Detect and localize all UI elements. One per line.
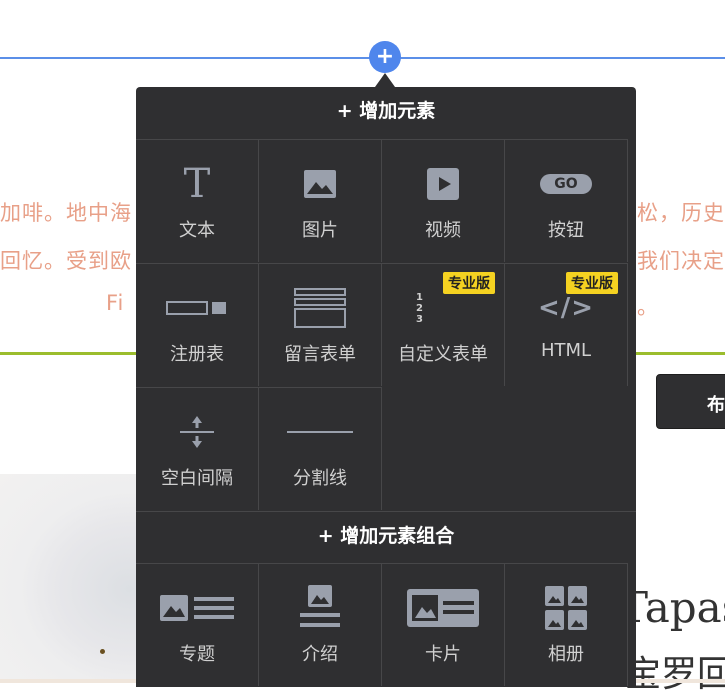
- group-feature[interactable]: 专题: [136, 563, 259, 686]
- element-html[interactable]: 专业版 </> HTML: [505, 263, 628, 386]
- group-feature-label: 专题: [179, 644, 215, 665]
- element-custom-form[interactable]: 专业版 123 自定义表单: [382, 263, 505, 386]
- element-signup-form[interactable]: 注册表: [136, 263, 259, 386]
- element-video-label: 视频: [425, 220, 461, 241]
- add-element-button[interactable]: +: [369, 41, 401, 73]
- bg-heading-line-2: 宝罗回: [625, 654, 725, 695]
- element-image[interactable]: 图片: [259, 139, 382, 262]
- element-signup-form-label: 注册表: [170, 344, 224, 365]
- group-card[interactable]: 卡片: [382, 563, 505, 686]
- text-icon: T: [183, 161, 211, 207]
- html-icon: </>: [537, 293, 595, 323]
- card-icon: [382, 586, 504, 630]
- section-top-line: [0, 57, 725, 59]
- element-message-form[interactable]: 留言表单: [259, 263, 382, 386]
- video-icon: [382, 162, 504, 206]
- bg-food-photo: [0, 474, 136, 683]
- bg-paragraph-line-3: Fi: [106, 291, 125, 315]
- divider-icon: [259, 410, 381, 454]
- bg-paragraph-line-3-end: 。: [637, 295, 659, 319]
- element-image-label: 图片: [302, 220, 338, 241]
- message-form-icon: [259, 286, 381, 330]
- element-text[interactable]: T 文本: [136, 139, 259, 262]
- element-text-label: 文本: [179, 220, 215, 241]
- bg-paragraph-line-1-end: 松，历史: [637, 201, 725, 225]
- image-icon: [259, 162, 381, 206]
- element-video[interactable]: 视频: [382, 139, 505, 262]
- bg-paragraph-line-1: 加啡。地中海: [0, 201, 132, 225]
- group-gallery-label: 相册: [548, 644, 584, 665]
- gallery-icon: [505, 586, 627, 630]
- button-icon: GO: [505, 162, 627, 206]
- feature-icon: [136, 586, 258, 630]
- elements-section-title: + 增加元素: [336, 100, 436, 122]
- element-custom-form-label: 自定义表单: [398, 344, 488, 365]
- spacer-icon: [136, 410, 258, 454]
- element-spacer[interactable]: 空白间隔: [136, 387, 259, 510]
- groups-section-title: + 增加元素组合: [136, 511, 636, 564]
- element-divider[interactable]: 分割线: [259, 387, 382, 510]
- element-button-label: 按钮: [548, 220, 584, 241]
- photo-detail: [100, 649, 105, 654]
- signup-form-icon: [136, 286, 258, 330]
- group-card-label: 卡片: [425, 644, 461, 665]
- bg-menu-button[interactable]: 布: [656, 374, 725, 429]
- bg-paragraph-line-2: 回忆。受到欧: [0, 249, 132, 273]
- bg-paragraph-line-2-end: 我们决定: [637, 249, 725, 273]
- intro-icon: [259, 585, 381, 630]
- element-spacer-label: 空白间隔: [161, 468, 233, 489]
- group-gallery[interactable]: 相册: [505, 563, 628, 686]
- group-intro[interactable]: 介绍: [259, 563, 382, 686]
- custom-form-icon: 123: [416, 291, 423, 325]
- group-intro-label: 介绍: [302, 644, 338, 665]
- panel-pointer: [375, 73, 395, 87]
- element-button[interactable]: GO 按钮: [505, 139, 628, 262]
- add-element-panel: + 增加元素 T 文本 图片 视频 GO 按钮 注册表 留言表单 专业版 1 2…: [136, 87, 636, 687]
- element-html-label: HTML: [540, 340, 592, 361]
- element-message-form-label: 留言表单: [284, 344, 356, 365]
- element-divider-label: 分割线: [293, 468, 347, 489]
